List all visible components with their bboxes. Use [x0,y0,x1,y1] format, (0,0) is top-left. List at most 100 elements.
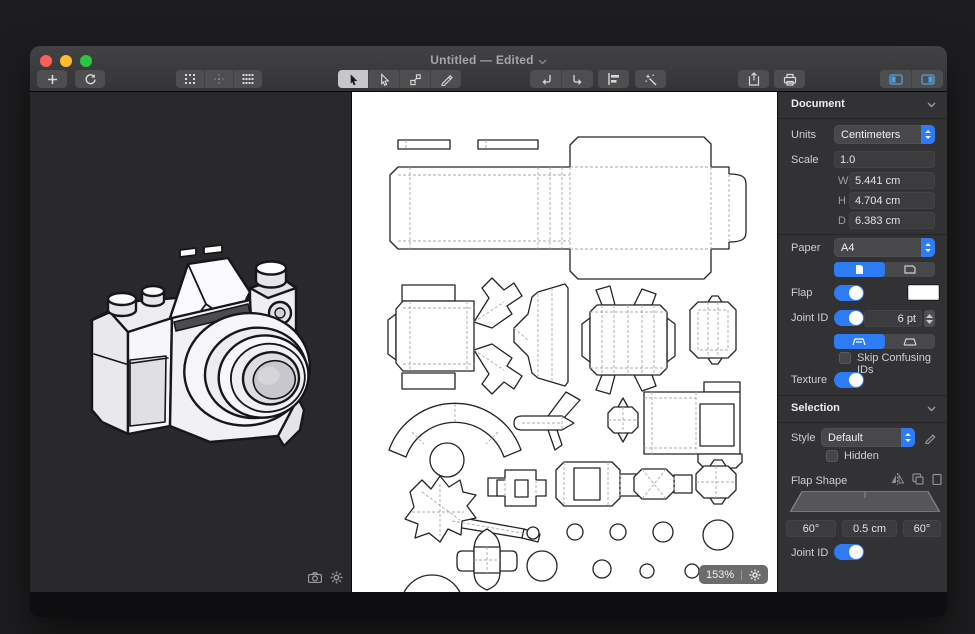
units-label: Units [791,129,816,141]
arrange-medium-button[interactable] [204,70,233,88]
joint-id-toggle[interactable] [834,310,864,326]
copy-icon[interactable] [912,473,924,485]
pattern-piece-flap-pod[interactable] [457,529,517,590]
edit-style-pencil-icon[interactable] [924,431,937,444]
content-area: 153% | Document Units Centimeters Scale … [30,92,947,592]
mirror-flap-icon[interactable] [891,473,904,485]
pattern-piece-mid-box[interactable] [582,286,675,394]
snapshot-camera-icon[interactable] [308,572,322,583]
magic-unfold-button[interactable] [635,70,666,88]
direct-select-tool-button[interactable] [368,70,399,88]
add-part-button[interactable] [37,70,67,88]
skip-confusing-checkbox[interactable] [839,352,851,364]
pattern-piece-top-assembly[interactable] [388,278,568,394]
document-collapse-chevron-icon[interactable] [927,102,936,108]
left-sidebar-icon [889,74,903,85]
flap-width-value: 0.5 cm [853,523,886,535]
flap-toggle[interactable] [834,285,864,301]
joint-id-label: Joint ID [791,312,828,324]
pattern-piece-octagon-small[interactable] [608,398,638,442]
flap-shape-tools [891,473,942,485]
units-dropdown[interactable]: Centimeters [834,125,935,144]
joint-id-size-stepper[interactable] [924,310,935,327]
unfold-pattern [352,92,777,592]
grid-dense-icon [242,73,254,85]
joint-id-size-field[interactable]: 6 pt [864,310,922,327]
flap-shape-editor[interactable] [789,490,941,513]
flap-angle-left-field[interactable]: 60° [786,520,836,537]
model-viewport-3d[interactable] [30,92,352,592]
joint-style-inside-button[interactable] [834,334,885,349]
right-sidebar-icon [921,74,935,85]
skip-confusing-label: Skip Confusing IDs [857,352,947,376]
pattern-piece-ring[interactable] [389,403,521,477]
hidden-checkbox[interactable] [826,450,838,462]
pencil-tool-button[interactable] [430,70,461,88]
orientation-landscape-button[interactable] [885,262,936,277]
units-dropdown-stepper-icon [921,125,935,144]
paper-orientation-segment [834,262,935,277]
arrange-loose-button[interactable] [176,70,204,88]
paste-icon[interactable] [932,473,942,485]
paper-label: Paper [791,242,820,254]
pattern-piece-capsule[interactable] [514,392,580,450]
selection-section-header[interactable]: Selection [791,402,840,414]
scale-field[interactable]: 1.0 [834,151,935,168]
scale-label: Scale [791,154,819,166]
joint-id-style-segment [834,334,935,349]
document-section-header[interactable]: Document [791,98,845,110]
zoom-indicator[interactable]: 153% | [699,565,768,584]
style-dropdown[interactable]: Default [821,428,915,447]
toggle-left-panel-button[interactable] [880,70,911,88]
unfold-canvas[interactable]: 153% | [352,92,777,592]
toggle-right-panel-button[interactable] [911,70,943,88]
share-button[interactable] [738,70,769,88]
title-chevron-icon[interactable] [538,59,547,65]
selection-joint-id-toggle[interactable] [834,544,864,560]
refresh-unfold-button[interactable] [75,70,105,88]
select-tool-button[interactable] [338,70,368,88]
orientation-portrait-button[interactable] [834,262,885,277]
viewport-settings-gear-icon[interactable] [330,571,343,584]
pattern-piece-strip-1[interactable] [398,140,450,149]
height-label: H [838,195,846,207]
arrange-dense-button[interactable] [233,70,262,88]
paper-dropdown[interactable]: A4 [834,238,935,257]
arrange-mode-group [176,70,262,88]
flap-width-field[interactable]: 0.5 cm [842,520,897,537]
units-value: Centimeters [841,129,900,141]
flap-color-swatch[interactable] [908,285,939,300]
style-label: Style [791,432,815,444]
texture-toggle-knob [849,373,863,387]
paper-value: A4 [841,242,854,254]
pattern-piece-strip-2[interactable] [478,140,538,149]
pattern-piece-octagon-top[interactable] [690,296,736,364]
depth-field[interactable]: 6.383 cm [849,212,935,229]
printer-icon [783,73,797,86]
pencil-icon [440,73,453,86]
pattern-piece-body-band[interactable] [390,137,746,279]
print-button[interactable] [774,70,805,88]
flap-angle-right-field[interactable]: 60° [903,520,941,537]
window-title: Untitled — Edited [30,53,947,67]
width-field[interactable]: 5.441 cm [849,172,935,189]
selection-collapse-chevron-icon[interactable] [927,406,936,412]
tool-group [338,70,461,88]
joint-style-outside-button[interactable] [885,334,936,349]
pattern-piece-plus-small[interactable] [488,470,546,506]
texture-toggle[interactable] [834,372,864,388]
flap-inside-icon [852,338,866,346]
camera-3d-model[interactable] [30,92,352,592]
canvas-settings-gear-icon[interactable] [749,569,761,581]
rotate-right-button[interactable] [561,70,593,88]
flap-angle-left-value: 60° [803,523,820,535]
rotate-left-button[interactable] [530,70,561,88]
pattern-piece-octa-arm[interactable] [634,469,692,499]
height-field[interactable]: 4.704 cm [849,192,935,209]
align-button[interactable] [598,70,629,88]
flap-toggle-knob [849,286,863,300]
share-icon [748,72,760,86]
part-select-tool-button[interactable] [399,70,430,88]
pattern-piece-back-panel[interactable] [644,382,742,468]
flap-label: Flap [791,287,812,299]
